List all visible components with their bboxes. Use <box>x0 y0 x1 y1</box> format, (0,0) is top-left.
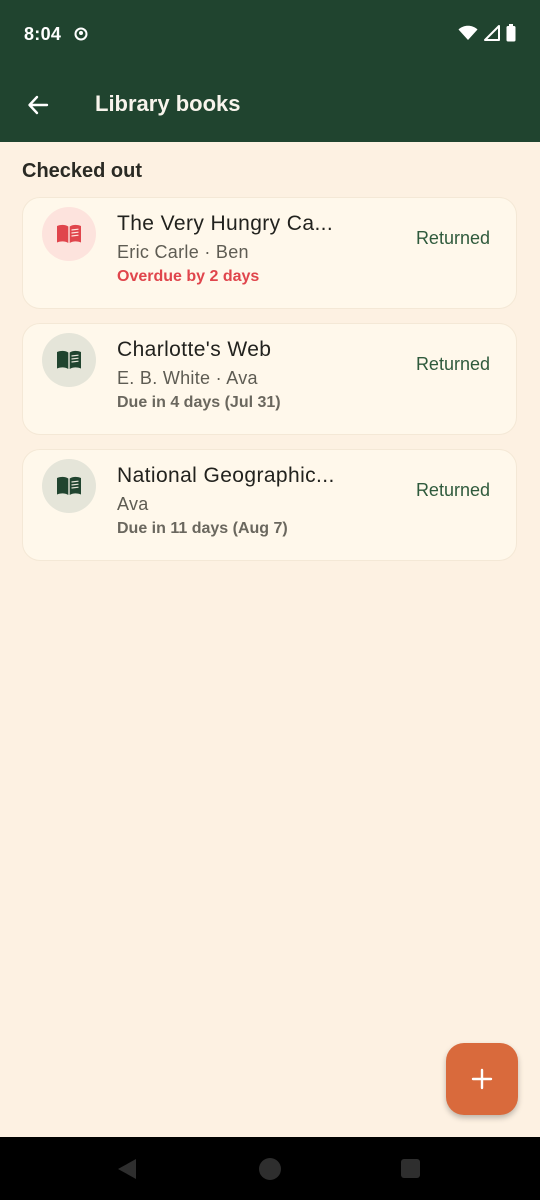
book-due-status: Due in 11 days (Aug 7) <box>117 520 288 537</box>
wifi-icon <box>458 25 478 40</box>
book-due-status: Overdue by 2 days <box>117 268 260 285</box>
book-icon-badge <box>42 207 96 261</box>
book-title: The Very Hungry Ca... <box>117 212 334 235</box>
book-card[interactable]: National Geographic... Ava Due in 11 day… <box>22 449 517 561</box>
book-icon-badge <box>42 459 96 513</box>
add-book-button[interactable] <box>446 1043 518 1115</box>
book-author-reader: E. B. White · Ava <box>117 368 258 388</box>
back-button[interactable] <box>14 81 62 129</box>
returned-button[interactable]: Returned <box>416 228 490 249</box>
arrow-back-icon <box>28 95 49 115</box>
data-saver-icon <box>74 27 88 41</box>
book-author-reader: Ava <box>117 494 149 514</box>
system-nav-bar <box>0 1137 540 1200</box>
returned-button[interactable]: Returned <box>416 480 490 501</box>
plus-icon <box>471 1068 493 1090</box>
book-card[interactable]: The Very Hungry Ca... Eric Carle · Ben O… <box>22 197 517 309</box>
book-open-icon <box>57 476 81 495</box>
nav-back-icon[interactable] <box>116 1157 138 1181</box>
status-icons <box>458 24 516 42</box>
book-open-icon <box>57 350 81 369</box>
status-time: 8:04 <box>24 24 62 44</box>
book-title: National Geographic... <box>117 464 335 487</box>
book-due-status: Due in 4 days (Jul 31) <box>117 394 281 411</box>
page-title: Library books <box>95 91 241 116</box>
nav-home-icon[interactable] <box>259 1158 281 1180</box>
screen: 8:04 Library books Checked out The Very … <box>0 0 540 1200</box>
status-bar: 8:04 <box>0 0 540 68</box>
signal-icon <box>484 25 500 41</box>
section-title: Checked out <box>22 160 143 182</box>
book-card[interactable]: Charlotte's Web E. B. White · Ava Due in… <box>22 323 517 435</box>
book-title: Charlotte's Web <box>117 338 272 361</box>
battery-icon <box>506 24 516 42</box>
book-open-icon <box>57 224 81 243</box>
returned-button[interactable]: Returned <box>416 354 490 375</box>
nav-recents-icon[interactable] <box>401 1159 420 1178</box>
book-icon-badge <box>42 333 96 387</box>
app-bar: Library books <box>0 68 540 142</box>
book-author-reader: Eric Carle · Ben <box>117 242 249 262</box>
